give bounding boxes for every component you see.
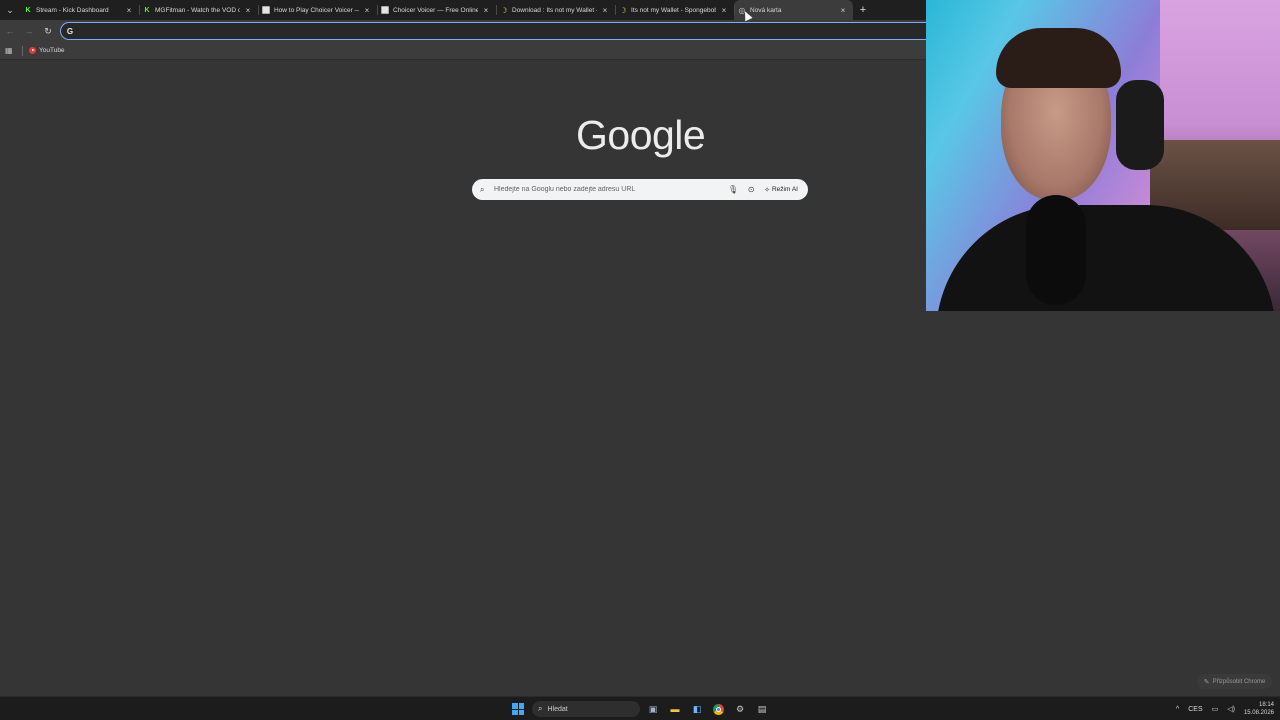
volume-icon[interactable]: ◁) [1227, 705, 1235, 713]
ai-mode-label: Režim AI [771, 186, 798, 193]
tab-close-icon[interactable]: × [720, 6, 728, 15]
forward-arrow-icon[interactable]: → [20, 22, 38, 40]
chevron-up-icon[interactable]: ^ [1176, 706, 1179, 713]
tab-mgfitman-vod[interactable]: K MGFitman - Watch the VOD on × [139, 0, 258, 20]
customize-chrome-label: Přizpůsobit Chrome [1212, 678, 1266, 685]
task-view-icon[interactable]: ▣ [646, 702, 660, 716]
tab-close-icon[interactable]: × [125, 6, 133, 15]
headphones [1116, 80, 1164, 170]
kick-icon: K [144, 6, 150, 14]
taskbar: ⌕ Hledat ▣ ▬ ◧ ⚙ ▤ ^ CES ▭ ◁) 18:14 15.0… [0, 696, 1280, 720]
clock[interactable]: 18:14 15.08.2026 [1244, 701, 1274, 717]
ntp-search-input[interactable] [494, 186, 725, 193]
chrome-taskbar-icon[interactable] [711, 702, 725, 716]
ntp-search-box[interactable]: ⌕ 🎙 ⊙ ✧ Režim AI [472, 179, 808, 200]
toolbar: ← → ↻ G [0, 20, 930, 42]
kick-icon: K [25, 6, 31, 14]
microsoft-store-icon[interactable]: ◧ [690, 702, 704, 716]
microphone-icon[interactable]: 🎙 [724, 185, 742, 194]
google-lens-icon[interactable]: ⊙ [742, 185, 760, 194]
pencil-icon: ✎ [1203, 678, 1210, 686]
search-icon: ⌕ [480, 184, 485, 194]
tab-strip: ⌄ K Stream - Kick Dashboard × K MGFitman… [0, 0, 926, 20]
tab-title: Download : Its not my Wallet - [512, 6, 597, 14]
tab-how-to-play-choicer-voicer[interactable]: How to Play Choicer Voicer — I × [258, 0, 377, 20]
customize-chrome-button[interactable]: ✎ Přizpůsobit Chrome [1197, 674, 1272, 689]
bookmark-youtube[interactable]: YouTube [39, 47, 65, 54]
page-icon [262, 6, 270, 14]
windows-start-icon[interactable] [512, 703, 524, 715]
tab-stream-kick-dashboard[interactable]: K Stream - Kick Dashboard × [20, 0, 139, 20]
tab-close-icon[interactable]: × [601, 6, 609, 15]
tab-title: MGFitman - Watch the VOD on [155, 6, 240, 14]
taskbar-search[interactable]: ⌕ Hledat [532, 701, 640, 717]
tab-title: Nová karta [750, 6, 782, 14]
google-g-icon: G [66, 26, 74, 36]
address-input[interactable] [81, 24, 881, 38]
tab-close-icon[interactable]: × [244, 6, 252, 15]
tab-close-icon[interactable]: × [363, 6, 371, 15]
tab-title: How to Play Choicer Voicer — I [274, 6, 359, 14]
bookmarks-separator [22, 45, 23, 56]
language-indicator[interactable]: CES [1188, 706, 1202, 713]
search-icon: ⌕ [538, 704, 543, 713]
new-tab-button[interactable]: + [853, 0, 873, 20]
system-tray: ^ CES ▭ ◁) 18:14 15.08.2026 [1176, 699, 1274, 719]
taskbar-search-label: Hledat [547, 705, 568, 713]
microphone-arm [1026, 195, 1086, 305]
webcam-overlay [926, 0, 1280, 311]
banana-icon: ☽ [619, 5, 627, 15]
bookmarks-bar: ▦ YouTube [0, 42, 926, 60]
tab-search-menu-icon[interactable]: ⌄ [0, 0, 20, 20]
apps-grid-icon[interactable]: ▦ [5, 46, 15, 55]
app-window-icon[interactable]: ▤ [755, 702, 769, 716]
banana-icon: ☽ [500, 5, 508, 15]
tab-title: Its not my Wallet - Spongebob [631, 6, 716, 14]
ai-sparkle-icon: ✧ [764, 186, 770, 194]
tab-its-not-my-wallet-spongebob[interactable]: ☽ Its not my Wallet - Spongebob × [615, 0, 734, 20]
network-icon[interactable]: ▭ [1212, 705, 1219, 713]
file-explorer-icon[interactable]: ▬ [668, 702, 682, 716]
tab-close-icon[interactable]: × [482, 6, 490, 15]
back-arrow-icon[interactable]: ← [1, 22, 19, 40]
clock-time: 18:14 [1258, 702, 1274, 708]
ai-mode-button[interactable]: ✧ Režim AI [762, 186, 800, 194]
address-bar[interactable]: G [60, 22, 930, 40]
youtube-icon [29, 47, 36, 54]
tab-title: Choicer Voicer — Free Online V [393, 6, 478, 14]
tab-choicer-voicer-free-online[interactable]: Choicer Voicer — Free Online V × [377, 0, 496, 20]
google-logo: Google [576, 112, 706, 158]
tab-close-icon[interactable]: × [839, 6, 847, 15]
page-icon [381, 6, 389, 14]
streamer-hair [996, 28, 1121, 88]
settings-gear-icon[interactable]: ⚙ [733, 702, 747, 716]
clock-date: 15.08.2026 [1243, 710, 1274, 716]
tab-title: Stream - Kick Dashboard [36, 6, 109, 14]
reload-icon[interactable]: ↻ [39, 22, 57, 40]
tab-download-its-not-my-wallet[interactable]: ☽ Download : Its not my Wallet - × [496, 0, 615, 20]
